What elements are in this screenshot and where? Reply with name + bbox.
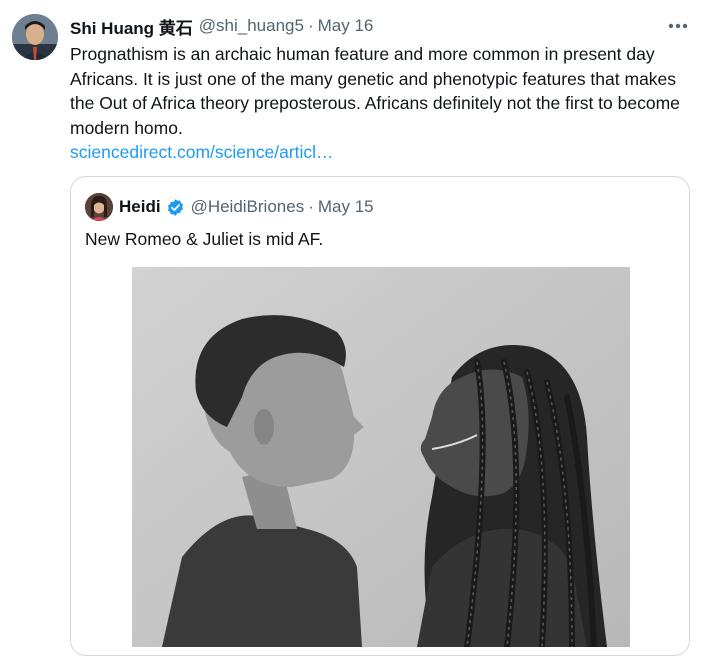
quoted-tweet-header: Heidi @HeidiBriones · May 15 (85, 193, 374, 221)
avatar-image (12, 14, 58, 60)
quoted-avatar-image (85, 193, 113, 221)
quoted-author-name: Heidi (119, 197, 161, 216)
tweet-link[interactable]: sciencedirect.com/science/articl… (70, 140, 700, 165)
quoted-tweet-card[interactable]: Heidi @HeidiBriones · May 15 New Romeo &… (70, 176, 690, 656)
header-separator: · (307, 16, 314, 35)
author-name[interactable]: Shi Huang 黄石 (70, 14, 193, 39)
quoted-tweet-date: May 15 (317, 197, 374, 216)
more-horizontal-icon (668, 23, 688, 29)
author-avatar[interactable] (12, 14, 58, 60)
tweet-text: Prognathism is an archaic human feature … (70, 44, 680, 138)
quoted-tweet-photo[interactable] (132, 267, 630, 647)
photo-image (132, 267, 630, 647)
quoted-header-separator: · (308, 197, 314, 216)
tweet-body: Prognathism is an archaic human feature … (70, 42, 700, 165)
tweet-header: Shi Huang 黄石 @shi_huang5 · May 16 (70, 14, 689, 38)
more-options-button[interactable] (665, 14, 691, 38)
quoted-author-avatar (85, 193, 113, 221)
tweet-date[interactable]: May 16 (318, 16, 374, 36)
quoted-author-handle: @HeidiBriones (190, 197, 305, 216)
author-handle[interactable]: @shi_huang5 (199, 16, 304, 36)
quoted-tweet-text: New Romeo & Juliet is mid AF. (85, 229, 324, 249)
verified-badge-icon (166, 198, 185, 217)
